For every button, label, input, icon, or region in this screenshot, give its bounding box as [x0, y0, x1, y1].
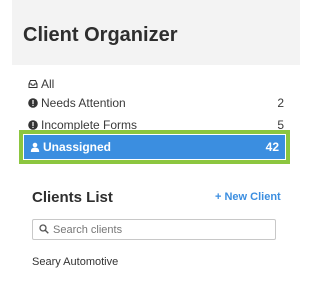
filter-count: 2 — [277, 96, 284, 110]
user-icon — [30, 142, 40, 152]
clients-list-title: Clients List — [32, 189, 113, 206]
filter-item-all[interactable]: All — [28, 75, 284, 93]
filter-item-unassigned[interactable]: Unassigned 42 — [24, 135, 285, 159]
new-client-button[interactable]: + New Client — [215, 191, 281, 203]
filter-label: Unassigned — [43, 140, 112, 154]
search-input[interactable] — [49, 223, 275, 236]
list-item[interactable]: Seary Automotive — [32, 256, 118, 268]
filter-item-needs-attention[interactable]: Needs Attention 2 — [28, 94, 284, 112]
search-box[interactable] — [32, 219, 276, 240]
search-icon — [39, 221, 49, 239]
filter-label: Needs Attention — [41, 96, 126, 110]
filter-label: All — [41, 77, 55, 91]
exclamation-circle-icon — [28, 120, 38, 130]
exclamation-circle-icon — [28, 98, 38, 108]
inbox-icon — [28, 79, 38, 89]
page-title: Client Organizer — [23, 24, 178, 46]
filter-count: 42 — [265, 140, 279, 154]
